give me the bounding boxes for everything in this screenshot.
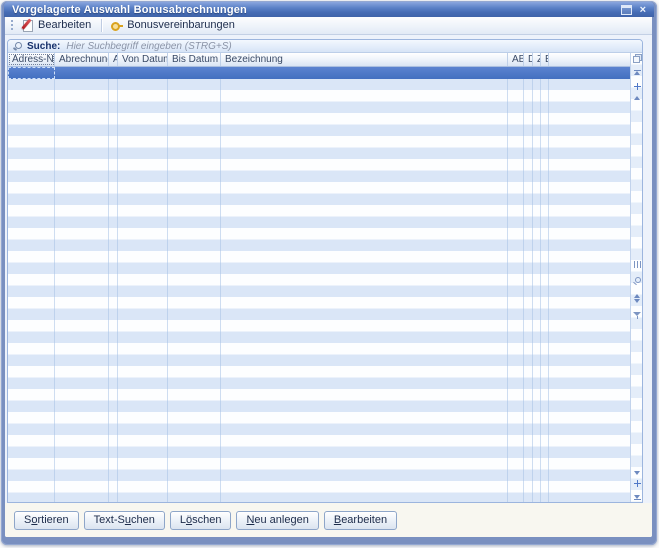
row-up-icon[interactable] [631, 96, 642, 100]
column-header-bis-datum[interactable]: Bis Datum [168, 53, 221, 66]
edit-toolbar-button[interactable]: Bearbeiten [18, 18, 97, 33]
columns-icon[interactable] [631, 261, 642, 268]
window-title: Vorgelagerte Auswahl Bonusabrechnungen [12, 3, 247, 16]
text-search-button[interactable]: Text-Suchen [83, 511, 165, 530]
bonus-agreements-label: Bonusvereinbarungen [127, 19, 235, 31]
restore-window-icon[interactable] [620, 4, 632, 15]
key-icon [110, 19, 124, 31]
grid-header: Adress-Nr. Abrechnungs-Nr A Von Datum Bi… [8, 53, 630, 67]
footer-bar: Sortieren Text-Suchen Löschen Neu anlege… [5, 503, 652, 537]
search-icon [12, 41, 23, 52]
footer-buttons: Sortieren Text-Suchen Löschen Neu anlege… [14, 511, 398, 530]
edit-toolbar-label: Bearbeiten [38, 19, 92, 31]
column-header-filler [549, 53, 630, 66]
column-header-adress-nr[interactable]: Adress-Nr. [8, 53, 55, 66]
toolbar: Bearbeiten Bonusvereinbarungen [5, 17, 652, 35]
titlebar[interactable]: Vorgelagerte Auswahl Bonusabrechnungen × [4, 2, 654, 17]
bonus-agreements-button[interactable]: Bonusvereinbarungen [106, 18, 241, 33]
edit-icon [22, 19, 34, 32]
add-icon[interactable] [631, 83, 642, 90]
close-icon[interactable]: × [640, 4, 646, 15]
filter-icon[interactable] [631, 312, 642, 319]
search-input[interactable]: Hier Suchbegriff eingeben (STRG+S) [66, 41, 231, 52]
toolbar-separator [101, 19, 103, 32]
column-header-z[interactable]: Z [533, 53, 541, 66]
grid-scroll-rail[interactable] [630, 53, 642, 502]
column-header-von-datum[interactable]: Von Datum [118, 53, 168, 66]
selected-row[interactable] [8, 67, 630, 79]
column-header-bezeichnung[interactable]: Bezeichnung [221, 53, 508, 66]
column-header-d[interactable]: D [524, 53, 533, 66]
dialog-window: Vorgelagerte Auswahl Bonusabrechnungen ×… [1, 1, 657, 545]
search-bar[interactable]: Suche: Hier Suchbegriff eingeben (STRG+S… [8, 40, 642, 53]
column-header-e[interactable]: E [541, 53, 549, 66]
selected-cell[interactable] [8, 67, 55, 79]
column-header-ab[interactable]: AB [508, 53, 524, 66]
scroll-to-bottom-icon[interactable] [631, 495, 642, 500]
bonus-grid-panel: Suche: Hier Suchbegriff eingeben (STRG+S… [7, 39, 643, 503]
sort-icon[interactable] [631, 294, 642, 303]
add-icon-bottom[interactable] [631, 480, 642, 487]
column-header-a[interactable]: A [109, 53, 118, 66]
sort-button[interactable]: Sortieren [14, 511, 79, 530]
row-down-icon[interactable] [631, 471, 642, 475]
zoom-icon[interactable] [631, 277, 642, 286]
new-button[interactable]: Neu anlegen [236, 511, 319, 530]
grid-body[interactable] [8, 67, 630, 502]
column-header-abrechnungs-nr[interactable]: Abrechnungs-Nr [55, 53, 109, 66]
column-chooser-icon[interactable] [631, 54, 642, 63]
grid-column-lines [8, 67, 630, 502]
search-label: Suche: [27, 40, 61, 52]
delete-button[interactable]: Löschen [169, 511, 232, 530]
scroll-to-top-icon[interactable] [631, 70, 642, 75]
toolbar-grip-icon[interactable] [11, 19, 13, 32]
dialog-body: Bearbeiten Bonusvereinbarungen Suche: Hi… [5, 17, 652, 537]
edit-button[interactable]: Bearbeiten [323, 511, 398, 530]
